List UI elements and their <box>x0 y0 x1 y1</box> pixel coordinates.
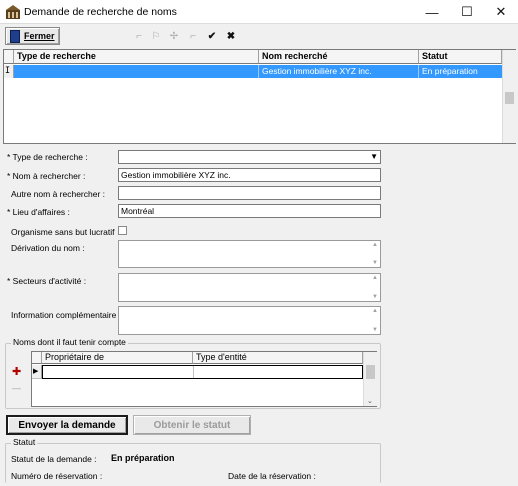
scroll-down-icon[interactable]: ▼ <box>372 260 378 266</box>
envoyer-button[interactable]: Envoyer la demande <box>6 415 128 435</box>
noms-grid-scrollbar[interactable]: ⌄ <box>363 352 377 406</box>
lieu-field[interactable]: Montréal <box>118 204 381 218</box>
minimize-button[interactable]: — <box>415 0 449 24</box>
close-window-button[interactable]: ✕ <box>484 0 518 24</box>
statut-group-title: Statut <box>11 437 38 447</box>
noms-group-title: Noms dont il faut tenir compte <box>11 337 128 347</box>
row-indicator: I <box>4 65 14 78</box>
statut-demande-label: Statut de la demande : <box>11 454 97 464</box>
scroll-down-icon[interactable]: ▼ <box>372 294 378 300</box>
add-record-icon[interactable]: ✢ <box>168 30 180 42</box>
type-recherche-label: * Type de recherche : <box>7 152 88 162</box>
cell-nom[interactable]: Gestion immobilière XYZ inc. <box>259 65 419 78</box>
col-header-type[interactable]: Type de recherche <box>14 50 259 64</box>
nom-field[interactable]: Gestion immobilière XYZ inc. <box>118 168 381 182</box>
scroll-up-icon[interactable]: ▲ <box>372 242 378 248</box>
col-header-nom[interactable]: Nom recherché <box>259 50 419 64</box>
chevron-down-icon[interactable]: ▼ <box>370 151 378 163</box>
cancel-x-icon[interactable]: ✖ <box>225 30 237 42</box>
fermer-button[interactable]: Fermer <box>5 27 60 45</box>
save-check-icon[interactable]: ✔ <box>206 30 218 42</box>
flag-icon[interactable]: ⚐ <box>150 30 162 42</box>
col-header-proprietaire[interactable]: Propriétaire de <box>42 352 193 364</box>
lieu-label: * Lieu d'affaires : <box>7 207 70 217</box>
autre-nom-field[interactable] <box>118 186 381 200</box>
scroll-down-icon[interactable]: ▼ <box>372 327 378 333</box>
numero-reservation-label: Numéro de réservation : <box>11 471 103 481</box>
statut-demande-value: En préparation <box>111 453 175 463</box>
remove-record-icon[interactable]: ⌐ <box>187 30 199 42</box>
autre-nom-label: Autre nom à rechercher : <box>11 189 106 199</box>
window-title: Demande de recherche de noms <box>24 6 177 18</box>
noms-grid-corner <box>32 352 42 364</box>
cell-statut[interactable]: En préparation <box>419 65 502 78</box>
scroll-up-icon[interactable]: ▲ <box>372 275 378 281</box>
cell-type[interactable] <box>14 65 259 78</box>
col-header-statut[interactable]: Statut <box>419 50 502 64</box>
scroll-thumb[interactable] <box>505 92 514 104</box>
grid-scrollbar[interactable] <box>502 50 516 143</box>
cell-divider <box>193 366 194 378</box>
door-icon <box>10 29 20 43</box>
date-reservation-label: Date de la réservation : <box>228 471 316 481</box>
title-bar: Demande de recherche de noms — ☐ ✕ <box>0 0 518 24</box>
osbl-label: Organisme sans but lucratif <box>11 227 115 237</box>
results-grid[interactable]: Type de recherche Nom recherché Statut I… <box>3 49 516 144</box>
scroll-down-icon[interactable]: ⌄ <box>367 397 373 405</box>
nom-label: * Nom à rechercher : <box>7 171 86 181</box>
secteurs-label: * Secteurs d'activité : <box>7 276 87 286</box>
noms-grid[interactable]: Propriétaire de Type d'entité ▶ ⌄ <box>31 351 377 407</box>
info-textarea[interactable]: ▲ ▼ <box>118 306 381 335</box>
secteurs-textarea[interactable]: ▲ ▼ <box>118 273 381 302</box>
obtenir-statut-button[interactable]: Obtenir le statut <box>133 415 251 435</box>
grid-corner <box>4 50 14 64</box>
fermer-label: Fermer <box>24 31 55 41</box>
col-header-type-entite[interactable]: Type d'entité <box>193 352 363 364</box>
remove-name-icon[interactable]: — <box>12 383 21 393</box>
derivation-label: Dérivation du nom : <box>11 243 85 253</box>
info-label: Information complémentaire : <box>11 310 122 320</box>
table-row[interactable]: I Gestion immobilière XYZ inc. En prépar… <box>4 65 502 78</box>
scroll-thumb[interactable] <box>366 365 375 379</box>
scroll-up-icon[interactable]: ▲ <box>372 308 378 314</box>
add-name-icon[interactable]: ✚ <box>12 365 21 378</box>
derivation-textarea[interactable]: ▲ ▼ <box>118 240 381 268</box>
table-row[interactable] <box>42 365 363 379</box>
first-record-icon[interactable]: ⌐ <box>133 30 145 42</box>
app-icon <box>5 4 21 20</box>
type-recherche-select[interactable]: ▼ <box>118 150 381 164</box>
maximize-button[interactable]: ☐ <box>450 0 484 24</box>
new-row-indicator: ▶ <box>32 365 42 379</box>
osbl-checkbox[interactable] <box>118 226 127 235</box>
